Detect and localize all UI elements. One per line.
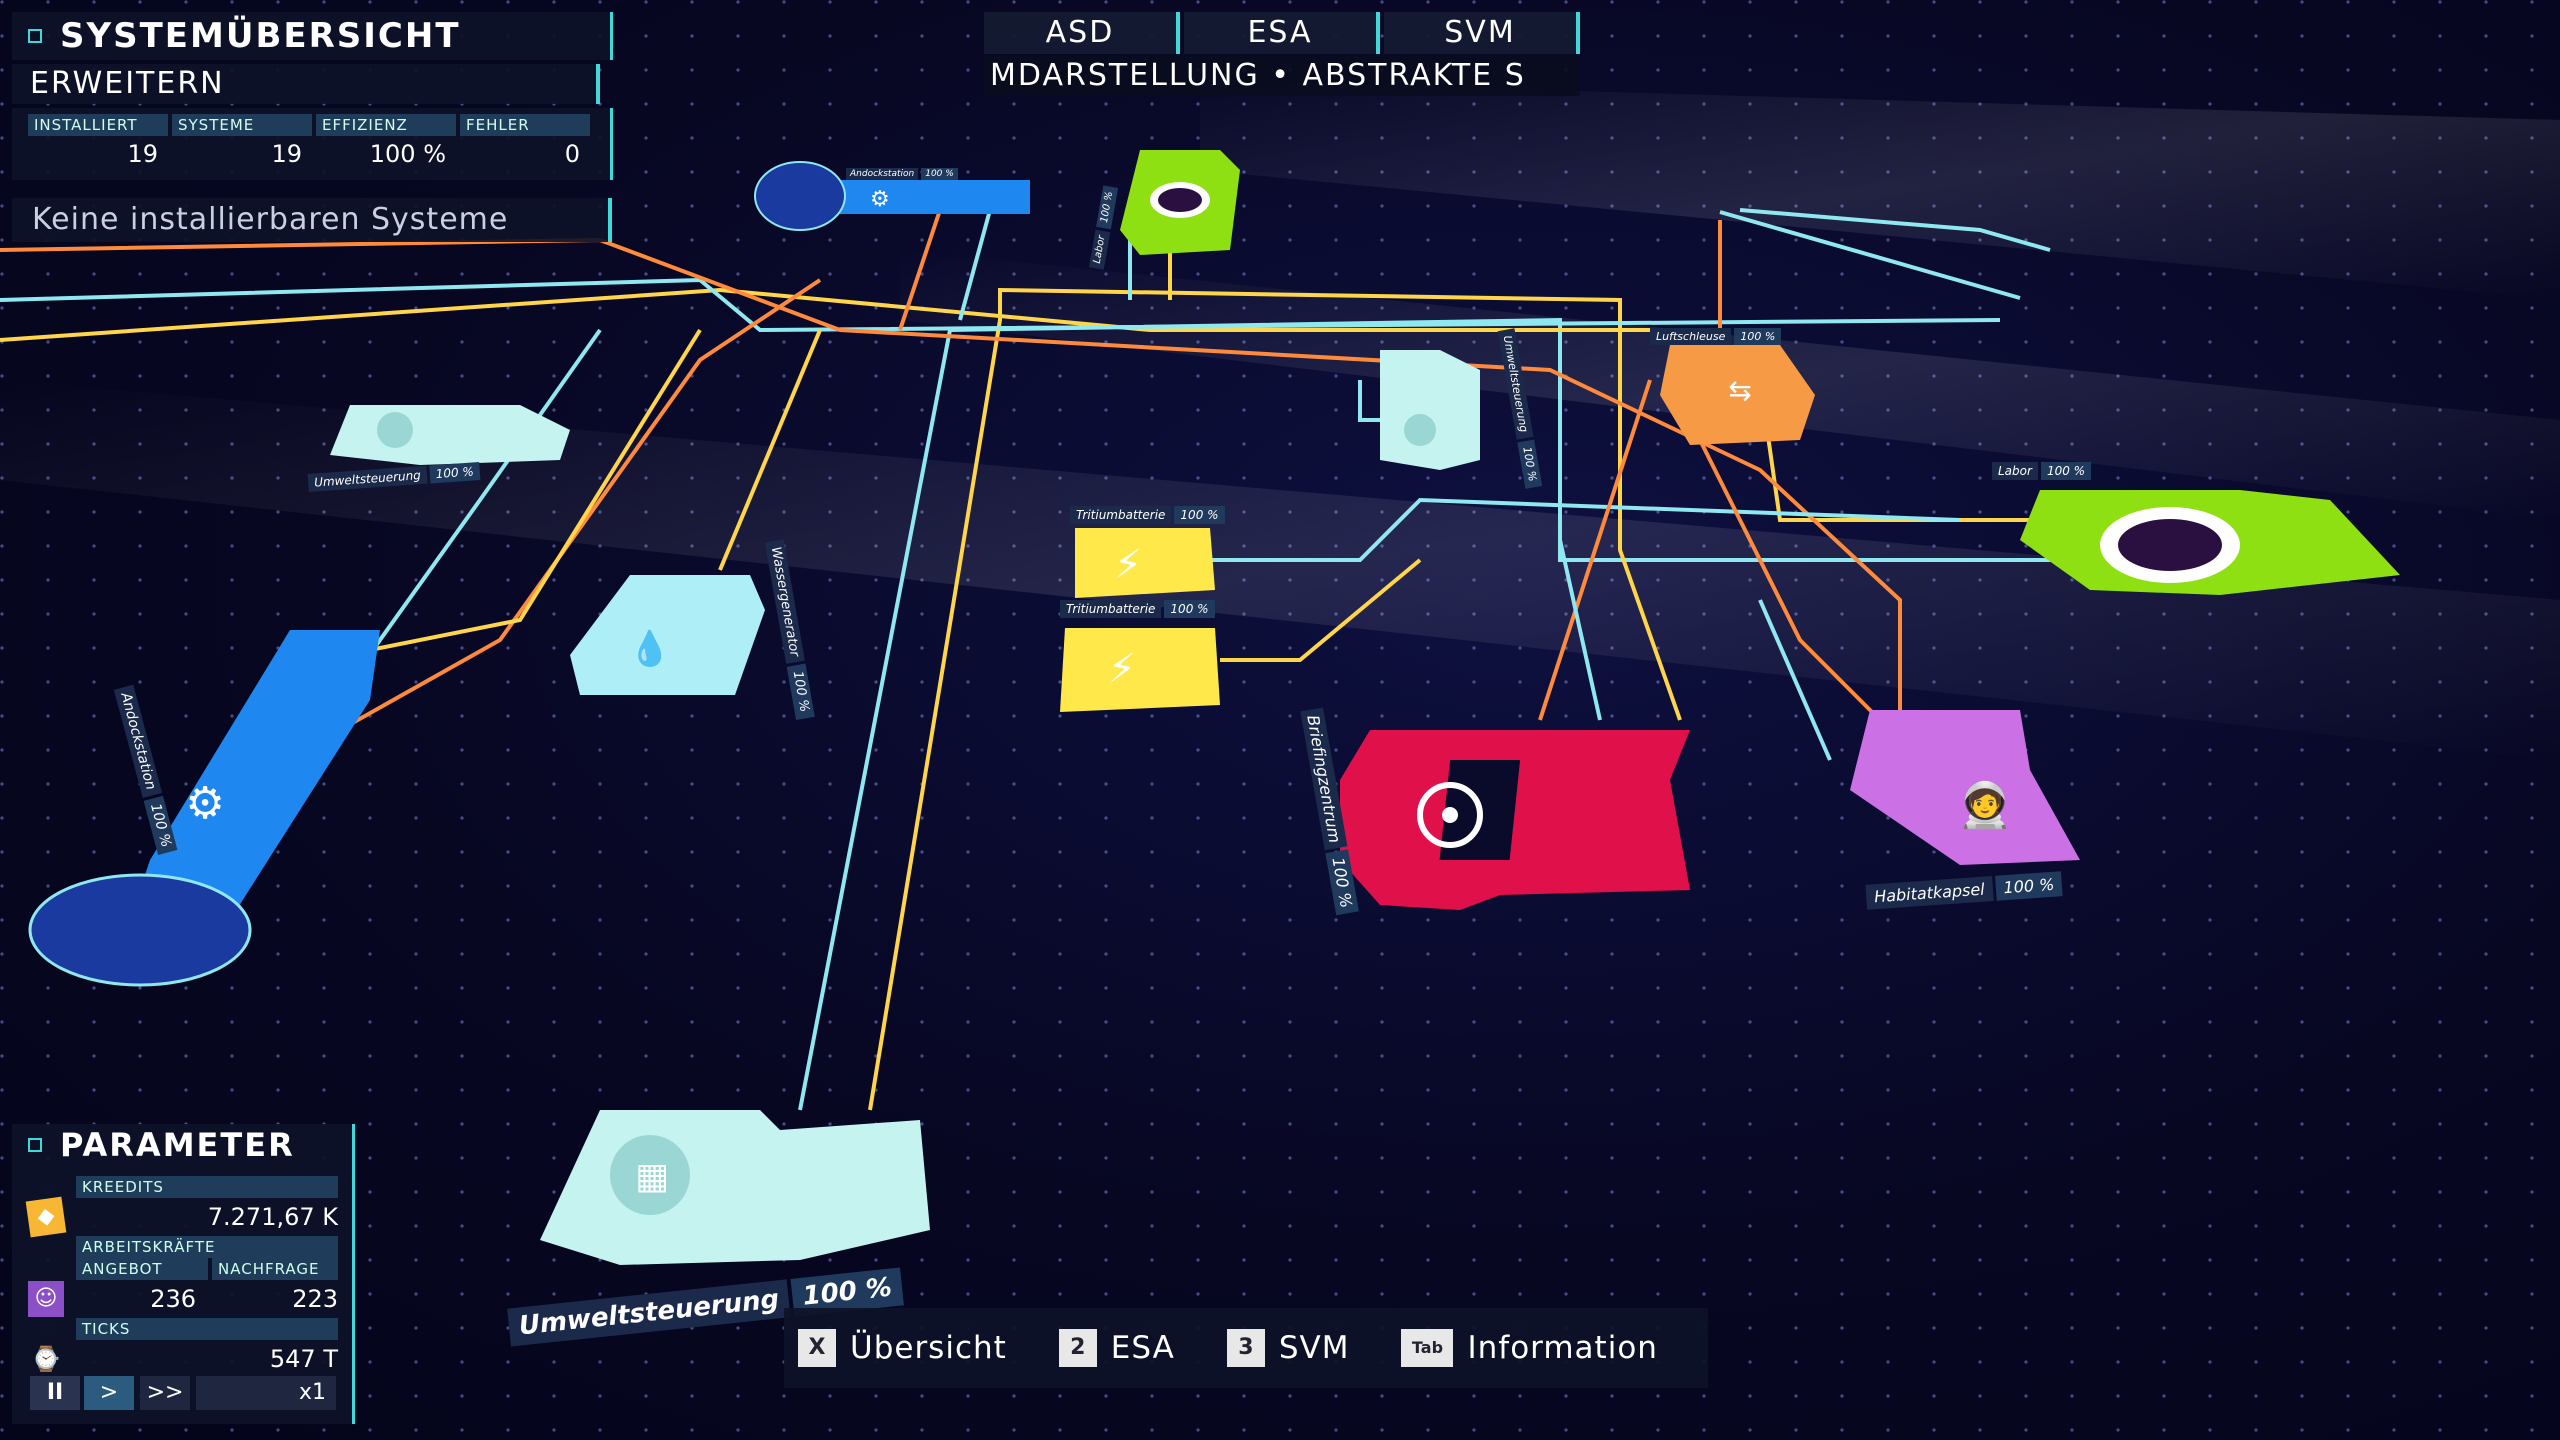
- module-briefingzentrum[interactable]: [1340, 730, 1690, 910]
- demand-label: NACHFRAGE: [212, 1258, 338, 1280]
- stat-value-effizienz: 100 %: [369, 140, 446, 168]
- tab-esa[interactable]: ESA: [1184, 12, 1380, 54]
- docking-icon: ⚙: [870, 187, 890, 212]
- shortcut-label-esa[interactable]: ESA: [1111, 1330, 1175, 1366]
- workers-label: ARBEITSKRÄFTE: [76, 1236, 338, 1258]
- key-tab[interactable]: Tab: [1401, 1329, 1454, 1367]
- tab-asd[interactable]: ASD: [984, 12, 1180, 54]
- installable-notice-text: Keine installierbaren Systeme: [32, 202, 509, 237]
- credits-label: KREEDITS: [76, 1176, 338, 1198]
- module-tritiumbatterie-1[interactable]: ⚡: [1075, 528, 1215, 598]
- airlock-icon: ⇆: [1728, 374, 1751, 407]
- module-label: Tritiumbatterie: [1070, 506, 1172, 524]
- speed-multiplier[interactable]: x1: [196, 1376, 336, 1410]
- module-label: Luftschleuse: [1650, 328, 1732, 345]
- module-percent: 100 %: [2040, 462, 2092, 480]
- label-tritium-2: Tritiumbatterie 100 %: [1060, 600, 1215, 618]
- module-label: Tritiumbatterie: [1060, 600, 1162, 618]
- label-tritium-1: Tritiumbatterie 100 %: [1070, 506, 1225, 524]
- credits-icon: ◆: [25, 1196, 67, 1238]
- ticks-label: TICKS: [76, 1318, 338, 1340]
- supply-label: ANGEBOT: [76, 1258, 208, 1280]
- lightning-icon: ⚡: [1108, 646, 1136, 692]
- key-x[interactable]: X: [798, 1329, 836, 1367]
- docking-icon: ⚙: [185, 778, 224, 829]
- ticks-icon: ⌚: [31, 1345, 61, 1373]
- astronaut-icon: 🧑‍🚀: [1958, 780, 2013, 831]
- panel-title: SYSTEMÜBERSICHT: [60, 16, 461, 56]
- expand-label: ERWEITERN: [30, 66, 225, 101]
- credits-value: 7.271,67 K: [207, 1203, 338, 1231]
- key-3[interactable]: 3: [1226, 1329, 1265, 1367]
- module-tritiumbatterie-2[interactable]: ⚡: [1060, 628, 1220, 712]
- stat-value-systeme: 19: [271, 140, 302, 168]
- panel-title: PARAMETER: [60, 1126, 295, 1164]
- expand-button[interactable]: ERWEITERN: [12, 64, 600, 104]
- shortcut-label-overview[interactable]: Übersicht: [850, 1330, 1007, 1366]
- astronaut-icon: ☺: [28, 1281, 64, 1317]
- overview-stats: INSTALLIERT 19 SYSTEME 19 EFFIZIENZ 100 % F…: [12, 108, 613, 180]
- svg-text:▦: ▦: [635, 1156, 669, 1197]
- module-umweltsteuerung-main[interactable]: ▦: [540, 1110, 930, 1265]
- module-percent: 100 %: [429, 462, 481, 484]
- label-andockstation-top: Andockstation 100 %: [846, 168, 958, 180]
- demand-value: 223: [292, 1285, 338, 1313]
- key-2[interactable]: 2: [1058, 1329, 1097, 1367]
- leaf-grid-icon: [377, 412, 413, 448]
- label-labor: Labor 100 %: [1992, 462, 2092, 480]
- ticks-value: 547 T: [269, 1345, 338, 1373]
- module-label: Labor: [1992, 462, 2038, 480]
- installable-notice: Keine installierbaren Systeme: [12, 198, 612, 242]
- shortcut-bar: X Übersicht 2 ESA 3 SVM Tab Information: [784, 1308, 1708, 1388]
- module-labor-top[interactable]: [1120, 150, 1240, 255]
- module-label: Andockstation: [846, 168, 919, 180]
- shortcut-label-svm[interactable]: SVM: [1279, 1330, 1350, 1366]
- stat-value-fehler: 0: [564, 140, 580, 168]
- stat-value-installiert: 19: [127, 140, 158, 168]
- module-percent: 100 %: [1174, 506, 1225, 524]
- stat-label-effizienz: EFFIZIENZ: [316, 114, 456, 136]
- water-drop-icon: 💧: [629, 629, 671, 669]
- play-button[interactable]: >: [84, 1376, 134, 1410]
- module-percent: 100 %: [1164, 600, 1215, 618]
- stat-label-systeme: SYSTEME: [172, 114, 312, 136]
- panel-marker-icon: [28, 1138, 42, 1152]
- module-percent: 100 %: [1734, 328, 1782, 345]
- panel-marker-icon: [28, 29, 42, 43]
- stat-label-fehler: FEHLER: [460, 114, 590, 136]
- stat-label-installiert: INSTALLIERT: [28, 114, 168, 136]
- view-subtitle: MDARSTELLUNG • ABSTRAKTE S: [984, 56, 1580, 96]
- module-percent: 100 %: [1994, 871, 2064, 901]
- label-luftschleuse: Luftschleuse 100 %: [1650, 328, 1782, 345]
- system-overview-panel: SYSTEMÜBERSICHT: [12, 12, 613, 60]
- supply-value: 236: [150, 1285, 196, 1313]
- pause-button[interactable]: II: [30, 1376, 80, 1410]
- lightning-icon: ⚡: [1114, 542, 1142, 588]
- docking-ring: [28, 873, 252, 987]
- module-umweltsteuerung-left[interactable]: [330, 405, 570, 465]
- module-umweltsteuerung-mid[interactable]: [1380, 350, 1480, 470]
- tab-svm[interactable]: SVM: [1384, 12, 1580, 54]
- leaf-grid-icon: [1404, 414, 1436, 446]
- view-tabs: ASD ESA SVM: [984, 12, 1584, 54]
- module-percent: 100 %: [921, 168, 958, 180]
- shortcut-label-information[interactable]: Information: [1467, 1330, 1657, 1366]
- fast-forward-button[interactable]: >>: [140, 1376, 190, 1410]
